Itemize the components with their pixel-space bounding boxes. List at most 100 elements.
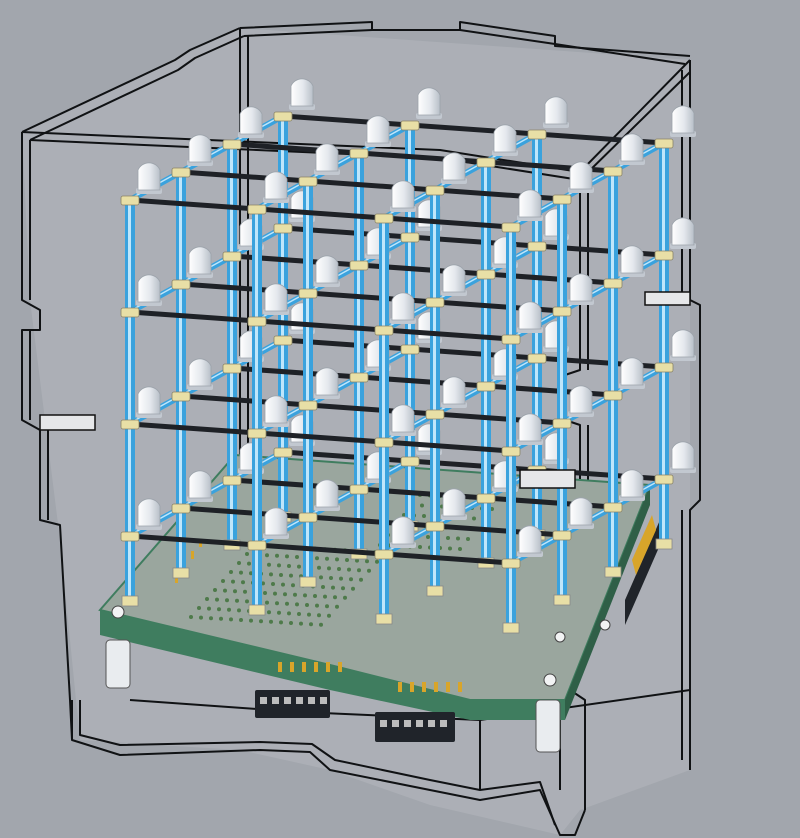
joint-block: [425, 185, 445, 196]
led-icon: [390, 180, 416, 212]
joint-block: [349, 260, 369, 271]
pillar-socket: [604, 566, 622, 578]
joint-block: [171, 167, 191, 178]
joint-block: [476, 381, 496, 392]
led-icon: [365, 115, 391, 147]
led-icon: [492, 124, 518, 156]
joint-block: [400, 120, 420, 131]
pillar-socket: [248, 604, 266, 616]
joint-block: [552, 194, 572, 205]
led-icon: [670, 105, 696, 137]
led-icon: [390, 516, 416, 548]
pillar-socket: [299, 576, 317, 588]
joint-block: [654, 250, 674, 261]
led-icon: [517, 525, 543, 557]
led-icon: [187, 470, 213, 502]
joint-block: [654, 138, 674, 149]
led-icon: [441, 264, 467, 296]
joint-block: [552, 418, 572, 429]
led-icon: [517, 301, 543, 333]
led-icon: [619, 245, 645, 277]
joint-block: [171, 503, 191, 514]
joint-block: [120, 195, 140, 206]
joint-block: [374, 213, 394, 224]
pillar-socket: [121, 595, 139, 607]
led-icon: [289, 78, 315, 110]
pillar-socket: [553, 594, 571, 606]
joint-block: [120, 419, 140, 430]
pillar-socket: [172, 567, 190, 579]
joint-block: [349, 372, 369, 383]
joint-block: [120, 307, 140, 318]
led-icon: [619, 469, 645, 501]
led-icon: [187, 246, 213, 278]
joint-block: [298, 400, 318, 411]
joint-block: [552, 306, 572, 317]
joint-block: [527, 353, 547, 364]
joint-block: [400, 456, 420, 467]
led-icon: [390, 292, 416, 324]
led-icon: [568, 273, 594, 305]
joint-block: [273, 223, 293, 234]
led-icon: [314, 255, 340, 287]
joint-block: [273, 447, 293, 458]
joint-block: [400, 232, 420, 243]
led-icon: [136, 162, 162, 194]
joint-block: [501, 334, 521, 345]
joint-block: [425, 297, 445, 308]
joint-block: [476, 269, 496, 280]
joint-block: [552, 530, 572, 541]
led-icon: [619, 133, 645, 165]
led-icon: [263, 283, 289, 315]
joint-block: [425, 521, 445, 532]
joint-block: [120, 531, 140, 542]
joint-block: [603, 166, 623, 177]
led-icon: [263, 507, 289, 539]
joint-block: [298, 176, 318, 187]
joint-block: [527, 241, 547, 252]
joint-block: [247, 316, 267, 327]
led-icon: [441, 488, 467, 520]
led-icon: [238, 106, 264, 138]
led-icon: [263, 395, 289, 427]
joint-block: [527, 129, 547, 140]
joint-block: [501, 446, 521, 457]
joint-block: [247, 204, 267, 215]
led-icon: [187, 134, 213, 166]
joint-block: [222, 251, 242, 262]
led-icon: [136, 274, 162, 306]
joint-block: [349, 148, 369, 159]
joint-block: [171, 279, 191, 290]
joint-block: [374, 325, 394, 336]
led-icon: [517, 413, 543, 445]
led-icon: [568, 161, 594, 193]
led-icon: [670, 217, 696, 249]
joint-block: [476, 493, 496, 504]
led-icon: [568, 497, 594, 529]
joint-block: [603, 278, 623, 289]
joint-block: [400, 344, 420, 355]
joint-block: [222, 475, 242, 486]
led-icon: [543, 96, 569, 128]
led-icon: [136, 498, 162, 530]
led-cube-scene: [21, 21, 701, 836]
joint-block: [349, 484, 369, 495]
pillar-socket: [655, 538, 673, 550]
joint-block: [247, 428, 267, 439]
led-icon: [568, 385, 594, 417]
joint-block: [501, 558, 521, 569]
joint-block: [222, 363, 242, 374]
led-icon: [670, 441, 696, 473]
joint-block: [476, 157, 496, 168]
led-icon: [441, 376, 467, 408]
joint-block: [603, 390, 623, 401]
joint-block: [273, 111, 293, 122]
led-icon: [314, 479, 340, 511]
joint-block: [603, 502, 623, 513]
led-icon: [517, 189, 543, 221]
joint-block: [374, 549, 394, 560]
led-icon: [441, 152, 467, 184]
led-icon: [187, 358, 213, 390]
pillar-socket: [502, 622, 520, 634]
joint-block: [171, 391, 191, 402]
